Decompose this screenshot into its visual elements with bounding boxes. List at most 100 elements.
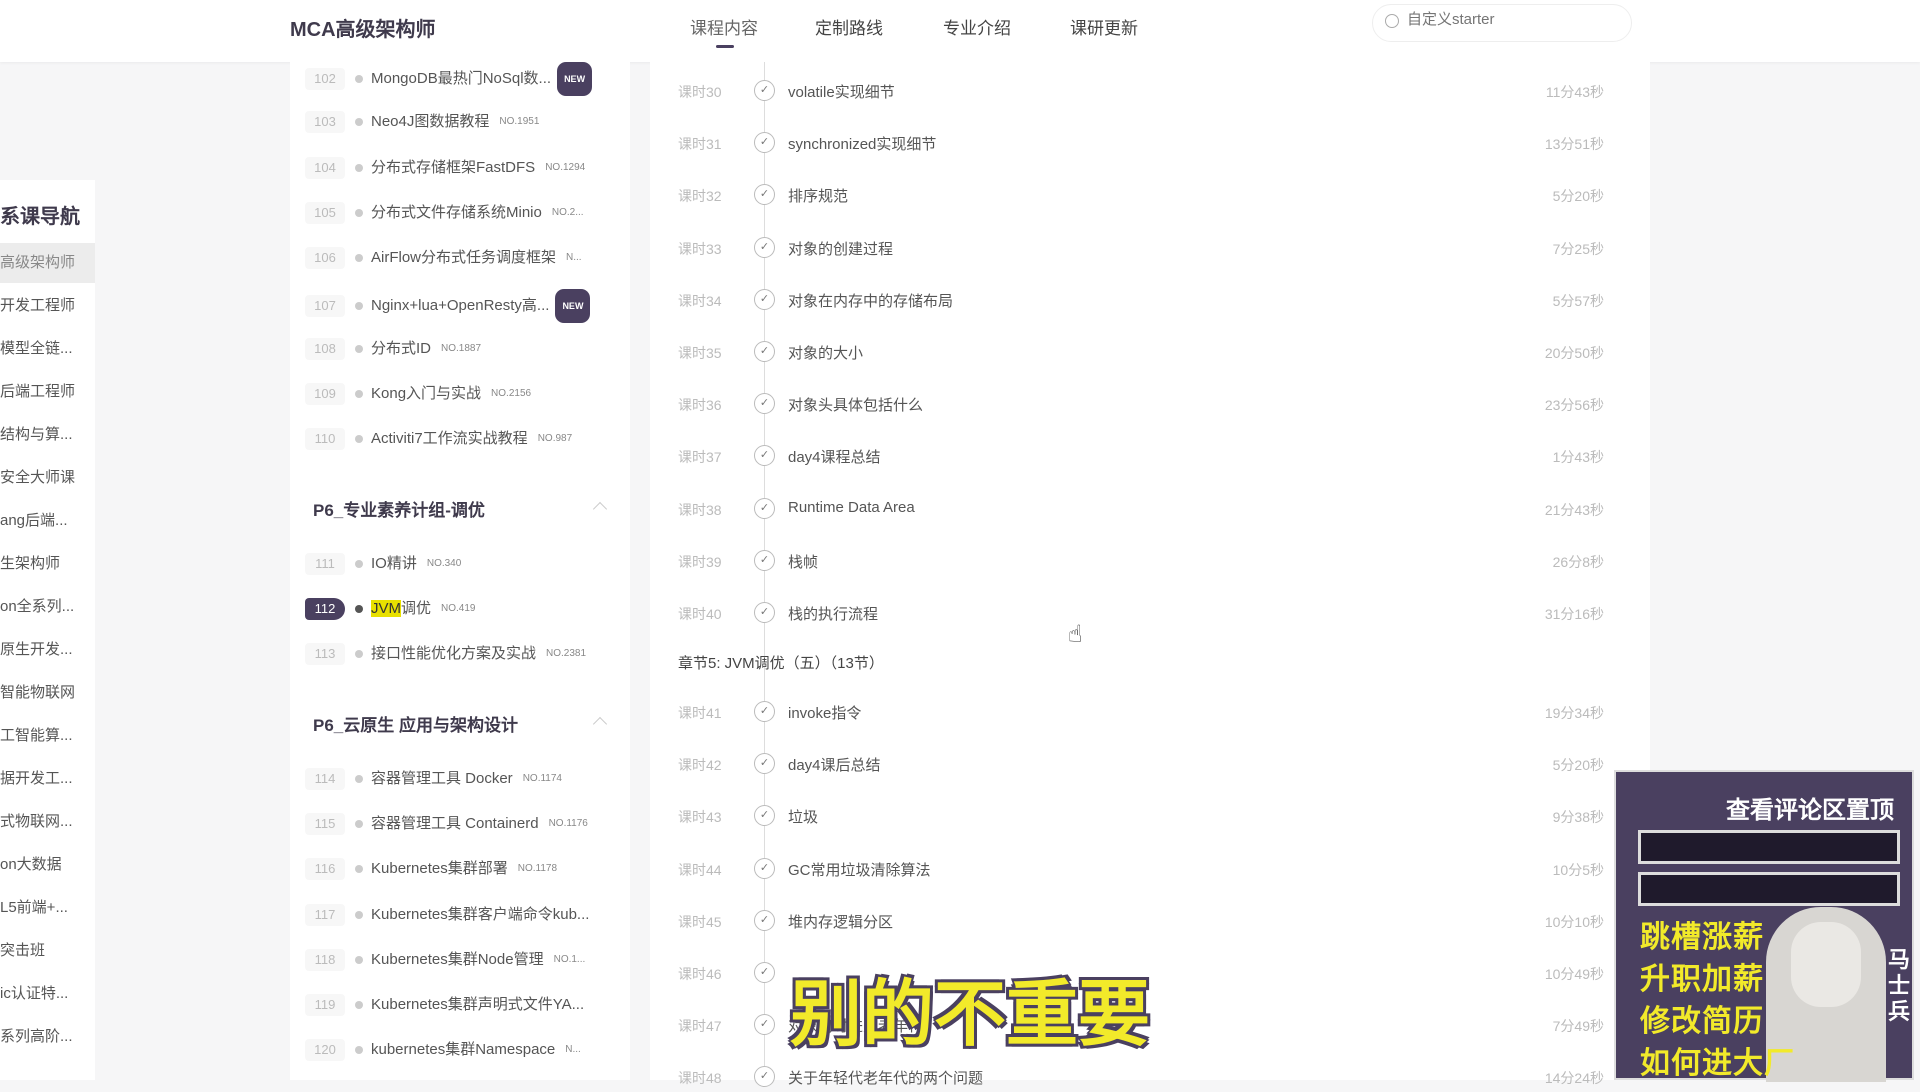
course-item[interactable]: 106 AirFlow分布式任务调度框架 N... xyxy=(305,243,625,273)
lesson-row[interactable]: 课时39 ✓ 栈帧 26分8秒 xyxy=(650,546,1650,576)
lesson-row[interactable]: 课时44 ✓ GC常用垃圾清除算法 10分5秒 xyxy=(650,854,1650,884)
video-subtitle: 别的不重要 xyxy=(788,974,1151,1057)
course-title: kubernetes集群Namespace xyxy=(371,1041,556,1059)
sidebar-item[interactable]: 突击班 xyxy=(0,931,95,971)
lesson-row[interactable]: 课时32 ✓ 排序规范 5分20秒 xyxy=(650,180,1650,210)
course-item[interactable]: 114 容器管理工具 Docker NO.1174 xyxy=(305,764,625,794)
course-item[interactable]: 119 Kubernetes集群声明式文件YA... xyxy=(305,990,625,1020)
check-circle-icon: ✓ xyxy=(754,909,775,931)
status-dot-icon xyxy=(355,910,363,919)
course-title: 接口性能优化方案及实战 xyxy=(371,645,537,663)
brand-title[interactable]: MCA高级架构师 xyxy=(290,13,436,42)
sidebar-item[interactable]: 原生开发... xyxy=(0,630,95,670)
section-heading[interactable]: P6_云原生 应用与架构设计 xyxy=(313,711,518,736)
lesson-number: 课时43 xyxy=(678,809,722,826)
course-item[interactable]: 115 容器管理工具 Containerd NO.1176 xyxy=(305,809,625,839)
new-badge: NEW xyxy=(555,288,591,323)
lesson-row[interactable]: 课时35 ✓ 对象的大小 20分50秒 xyxy=(650,337,1650,367)
sidebar-item[interactable]: 开发工程师 xyxy=(0,286,95,326)
course-item[interactable]: 112 JVM调优 NO.419 xyxy=(305,594,625,624)
course-item[interactable]: 110 Activiti7工作流实战教程 NO.987 xyxy=(305,424,625,454)
lesson-number: 课时40 xyxy=(678,606,722,622)
lesson-row[interactable]: 课时48 ✓ 关于年轻代老年代的两个问题 14分24秒 xyxy=(650,1062,1650,1092)
sidebar-item[interactable]: 生架构师 xyxy=(0,544,95,584)
lesson-row[interactable]: 课时41 ✓ invoke指令 19分34秒 xyxy=(650,697,1650,727)
promo-heading: 查看评论区置顶 xyxy=(1726,797,1894,824)
sidebar-item[interactable]: 结构与算... xyxy=(0,415,95,455)
sidebar-item[interactable]: 模型全链... xyxy=(0,329,95,369)
course-item[interactable]: 113 接口性能优化方案及实战 NO.2381 xyxy=(305,639,625,669)
course-title: JVM调优 xyxy=(371,600,431,617)
sidebar-item[interactable]: 系列高阶... xyxy=(0,1017,95,1057)
check-circle-icon: ✓ xyxy=(754,549,775,571)
search-box[interactable] xyxy=(1372,4,1632,42)
course-item[interactable]: 117 Kubernetes集群客户端命令kub... xyxy=(305,900,625,930)
sidebar-item[interactable]: 智能物联网 xyxy=(0,673,95,713)
course-no: NO.1951 xyxy=(499,116,540,128)
chevron-up-icon[interactable] xyxy=(592,501,608,516)
tab-course-content[interactable]: 课程内容 xyxy=(690,14,758,48)
status-dot-icon xyxy=(355,1046,363,1055)
course-item[interactable]: 109 Kong入门与实战 NO.2156 xyxy=(305,379,625,409)
status-dot-icon xyxy=(355,559,363,568)
lesson-row[interactable]: 课时33 ✓ 对象的创建过程 7分25秒 xyxy=(650,233,1650,263)
lesson-row[interactable]: 课时30 ✓ volatile实现细节 11分43秒 xyxy=(650,76,1650,106)
course-item[interactable]: 105 分布式文件存储系统Minio NO.2... xyxy=(305,198,625,228)
course-item[interactable]: 104 分布式存储框架FastDFS NO.1294 xyxy=(305,153,625,183)
lesson-row[interactable]: 课时40 ✓ 栈的执行流程 31分16秒 xyxy=(650,598,1650,628)
check-circle-icon: ✓ xyxy=(754,1014,775,1036)
course-item[interactable]: 120 kubernetes集群Namespace N... xyxy=(305,1035,625,1065)
status-dot-icon xyxy=(355,819,363,828)
sidebar-item[interactable]: 后端工程师 xyxy=(0,372,95,412)
lesson-row[interactable]: 课时34 ✓ 对象在内存中的存储布局 5分57秒 xyxy=(650,285,1650,315)
sidebar-item[interactable]: 安全大师课 xyxy=(0,458,95,498)
check-circle-icon: ✓ xyxy=(754,184,775,206)
lesson-number: 课时39 xyxy=(678,553,722,570)
course-item[interactable]: 103 Neo4J图数据教程 NO.1951 xyxy=(305,107,625,137)
sidebar-item[interactable]: L5前端+... xyxy=(0,888,95,928)
lesson-row[interactable]: 课时43 ✓ 垃圾 9分38秒 xyxy=(650,801,1650,831)
status-dot-icon xyxy=(355,605,363,613)
chapter-heading[interactable]: 章节5: JVM调优（五）（13节） xyxy=(678,652,884,673)
course-number: 114 xyxy=(305,767,345,790)
lesson-row[interactable]: 课时36 ✓ 对象头具体包括什么 23分56秒 xyxy=(650,389,1650,419)
lesson-number: 课时42 xyxy=(678,757,722,774)
sidebar-item[interactable]: 据开发工... xyxy=(0,759,95,799)
promo-banner[interactable]: 查看评论区置顶 跳槽涨薪 升职加薪 修改简历 如何进大厂 马士兵 xyxy=(1614,770,1914,1082)
check-circle-icon: ✓ xyxy=(754,445,775,467)
course-item[interactable]: 118 Kubernetes集群Node管理 NO.1... xyxy=(305,945,625,975)
check-circle-icon: ✓ xyxy=(754,602,775,623)
sidebar-item[interactable]: ic认证特... xyxy=(0,974,95,1014)
course-item[interactable]: 116 Kubernetes集群部署 NO.1178 xyxy=(305,854,625,884)
sidebar-item[interactable]: on大数据 xyxy=(0,845,95,885)
lesson-title: 堆内存逻辑分区 xyxy=(788,913,894,931)
section-heading[interactable]: P6_专业素养计组-调优 xyxy=(313,496,485,521)
status-dot-icon xyxy=(355,865,363,874)
lesson-row[interactable]: 课时42 ✓ day4课后总结 5分20秒 xyxy=(650,749,1650,779)
sidebar-item[interactable]: 式物联网... xyxy=(0,802,95,842)
sidebar-item[interactable]: ang后端... xyxy=(0,501,95,541)
course-item[interactable]: 102 MongoDB最热门NoSql数... NEW xyxy=(305,62,625,96)
course-item[interactable]: 107 Nginx+lua+OpenResty高... NEW xyxy=(305,288,625,323)
course-item[interactable]: 108 分布式ID NO.1887 xyxy=(305,334,625,364)
course-item[interactable]: 111 IO精讲 NO.340 xyxy=(305,549,625,579)
lesson-row[interactable]: 课时38 ✓ Runtime Data Area 21分43秒 xyxy=(650,494,1650,524)
lesson-row[interactable]: 课时37 ✓ day4课程总结 1分43秒 xyxy=(650,441,1650,471)
course-title: Nginx+lua+OpenResty高... xyxy=(371,296,550,314)
chevron-up-icon[interactable] xyxy=(592,716,608,731)
sidebar-item[interactable]: on全系列... xyxy=(0,587,95,627)
lesson-title: 对象的创建过程 xyxy=(788,240,894,258)
lesson-row[interactable]: 课时31 ✓ synchronized实现细节 13分51秒 xyxy=(650,128,1650,158)
search-input[interactable] xyxy=(1407,11,1607,28)
sidebar-item[interactable]: 工智能算... xyxy=(0,716,95,756)
tab-custom-route[interactable]: 定制路线 xyxy=(815,14,883,39)
course-no: NO.1294 xyxy=(545,161,586,173)
tab-intro[interactable]: 专业介绍 xyxy=(943,14,1011,39)
lesson-row[interactable]: 课时45 ✓ 堆内存逻辑分区 10分10秒 xyxy=(650,906,1650,936)
sidebar-title: 系课导航 xyxy=(0,206,80,228)
sidebar-item[interactable]: 高级架构师 xyxy=(0,243,95,283)
tab-updates[interactable]: 课研更新 xyxy=(1070,14,1138,39)
course-number: 120 xyxy=(305,1039,345,1062)
course-number: 109 xyxy=(305,383,345,406)
promo-line: 如何进大厂 xyxy=(1640,1047,1795,1080)
